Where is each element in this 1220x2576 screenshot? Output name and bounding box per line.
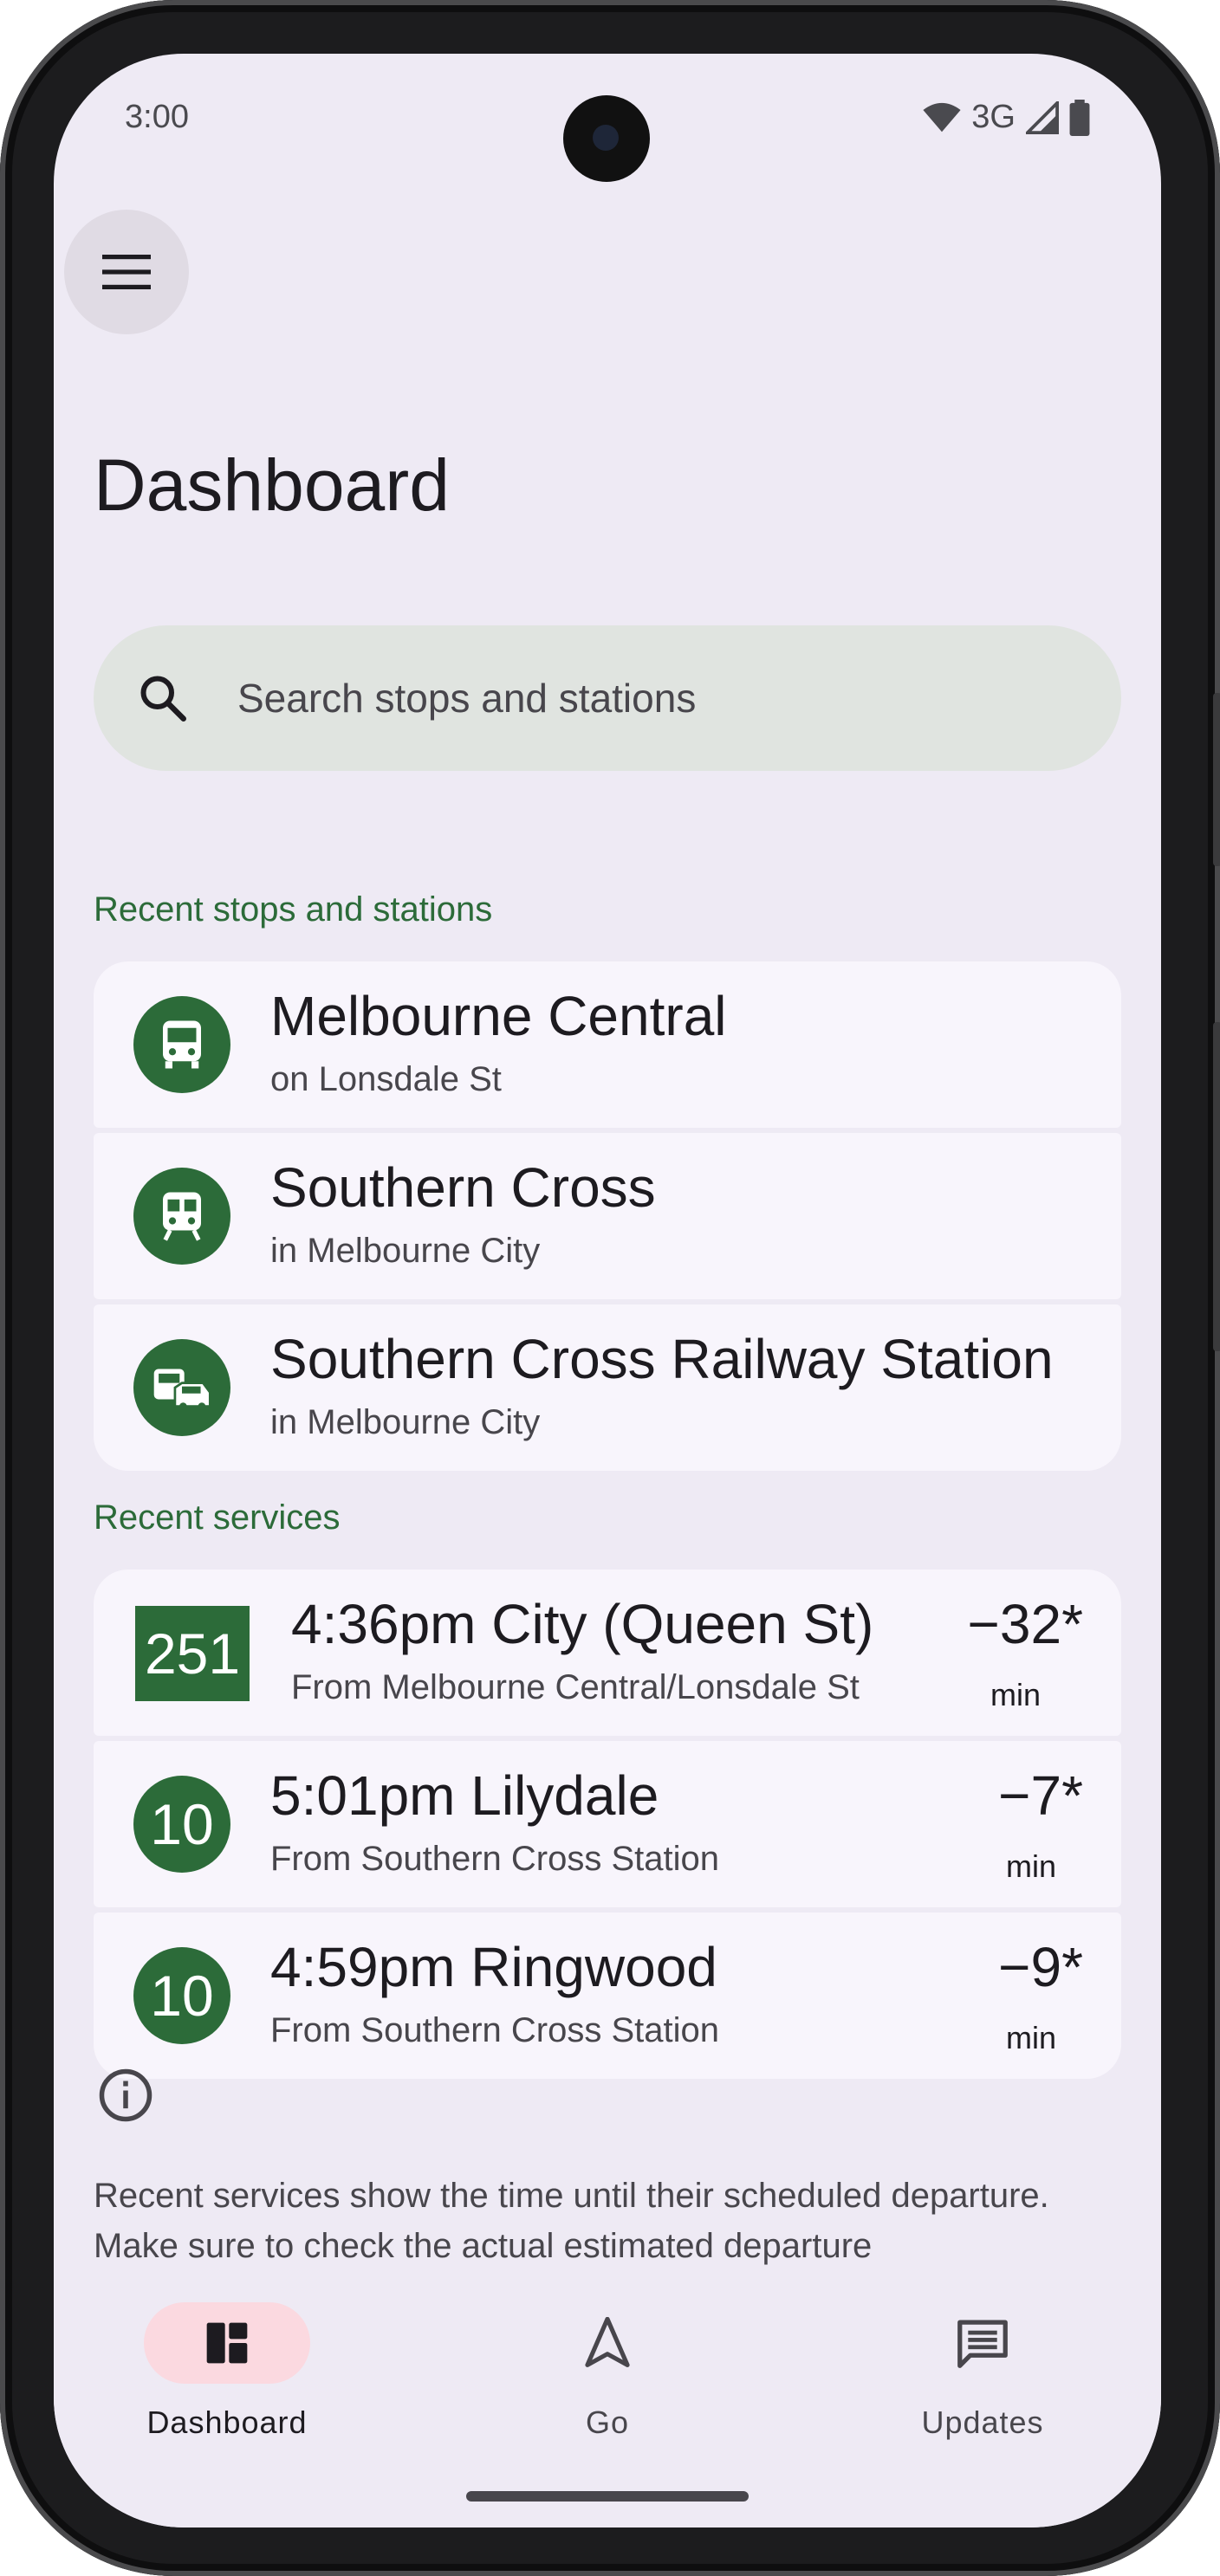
service-title: 4:36pm City (Queen St) <box>291 1593 874 1655</box>
list-item-stop[interactable]: Melbourne Central on Lonsdale St <box>94 961 1121 1128</box>
list-item-service[interactable]: 10 4:59pm Ringwood From Southern Cross S… <box>94 1913 1121 2079</box>
screen: 3:00 3G Dashboard Search stops and stati… <box>54 54 1161 2527</box>
volume-button <box>1213 1022 1220 1351</box>
menu-button[interactable] <box>64 210 189 334</box>
service-origin: From Melbourne Central/Lonsdale St <box>291 1668 860 1706</box>
search-placeholder: Search stops and stations <box>237 676 697 721</box>
nav-go-indicator <box>524 2302 691 2384</box>
network-type: 3G <box>971 99 1016 135</box>
stop-name: Melbourne Central <box>270 985 727 1047</box>
list-item-service[interactable]: 10 5:01pm Lilydale From Southern Cross S… <box>94 1741 1121 1907</box>
stop-location: in Melbourne City <box>270 1403 541 1441</box>
bottom-navigation: Dashboard Go Updates <box>54 2273 1161 2527</box>
phone-frame: 3:00 3G Dashboard Search stops and stati… <box>0 0 1220 2576</box>
route-badge: 10 <box>133 1947 230 2044</box>
search-bar[interactable]: Search stops and stations <box>94 625 1121 771</box>
nav-dashboard[interactable]: Dashboard <box>97 2273 357 2463</box>
service-delta-unit: min <box>1005 1848 1056 1884</box>
coach-car-icon <box>133 1339 230 1436</box>
navigation-arrow-icon <box>585 2317 630 2367</box>
power-button <box>1213 693 1220 866</box>
recent-stops-label: Recent stops and stations <box>94 890 493 929</box>
list-item-service[interactable]: 251 4:36pm City (Queen St) From Melbourn… <box>94 1570 1121 1736</box>
stop-location: on Lonsdale St <box>270 1060 502 1098</box>
service-origin: From Southern Cross Station <box>270 2011 719 2049</box>
recent-services-label: Recent services <box>94 1498 341 1537</box>
list-item-stop[interactable]: Southern Cross in Melbourne City <box>94 1133 1121 1299</box>
status-bar: 3:00 3G <box>54 54 1161 182</box>
battery-icon <box>1069 99 1090 136</box>
page-title: Dashboard <box>94 444 450 526</box>
search-icon <box>140 676 186 722</box>
front-camera <box>563 95 650 182</box>
nav-go[interactable]: Go <box>477 2273 737 2463</box>
nav-label: Dashboard <box>146 2404 308 2440</box>
route-badge: 251 <box>135 1606 250 1701</box>
stop-location: in Melbourne City <box>270 1232 541 1270</box>
service-title: 4:59pm Ringwood <box>270 1936 717 1998</box>
bus-icon <box>133 996 230 1093</box>
dashboard-icon <box>206 2322 248 2364</box>
nav-label: Go <box>585 2404 630 2440</box>
nav-label: Updates <box>921 2404 1044 2440</box>
stop-name: Southern Cross <box>270 1156 656 1219</box>
service-delta: −32* <box>967 1593 1083 1655</box>
wifi-icon <box>923 102 961 132</box>
service-delta: −7* <box>998 1764 1083 1827</box>
home-indicator[interactable] <box>466 2491 749 2502</box>
service-delta: −9* <box>998 1936 1083 1998</box>
route-badge: 10 <box>133 1776 230 1873</box>
service-delta-unit: min <box>1005 2020 1056 2055</box>
stop-name: Southern Cross Railway Station <box>270 1328 1054 1390</box>
nav-updates-indicator <box>899 2302 1066 2384</box>
nav-dashboard-indicator <box>144 2302 310 2384</box>
service-title: 5:01pm Lilydale <box>270 1764 659 1827</box>
message-icon <box>957 2320 1008 2368</box>
train-icon <box>133 1168 230 1265</box>
nav-updates[interactable]: Updates <box>853 2273 1113 2463</box>
service-delta-unit: min <box>990 1677 1041 1712</box>
hamburger-menu-icon <box>102 255 151 289</box>
status-time: 3:00 <box>125 99 189 135</box>
service-origin: From Southern Cross Station <box>270 1840 719 1878</box>
info-text: Recent services show the time until thei… <box>94 2177 1049 2265</box>
signal-icon <box>1026 100 1059 134</box>
list-item-stop[interactable]: Southern Cross Railway Station in Melbou… <box>94 1304 1121 1471</box>
info-icon <box>99 2068 152 2122</box>
system-icons: 3G <box>923 99 1090 136</box>
